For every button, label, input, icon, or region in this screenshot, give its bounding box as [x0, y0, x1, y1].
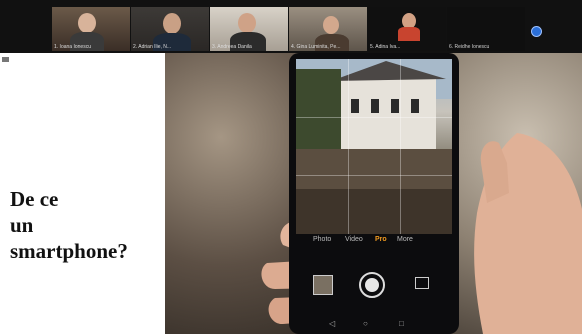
- home-icon[interactable]: ○: [363, 319, 368, 328]
- shutter-button[interactable]: [359, 272, 385, 298]
- participant-tile[interactable]: 5. Adina Iva...: [368, 7, 446, 51]
- slide-thumbnail-icon[interactable]: [2, 57, 9, 62]
- slide-title: De ce un smartphone?: [10, 186, 170, 264]
- participant-name: 3. Andreea Danila: [212, 44, 252, 50]
- participant-tile[interactable]: 6. Reidhe Ionescu: [447, 7, 525, 51]
- participant-name: 4. Gina Luminita, Pe...: [291, 44, 341, 50]
- participant-tile[interactable]: 3. Andreea Danila: [210, 7, 288, 51]
- mode-pro[interactable]: Pro: [375, 236, 387, 243]
- recents-icon[interactable]: □: [399, 319, 404, 328]
- participant-strip: 1. Ioana Ionescu 2. Adrian Ilie, N... 3.…: [0, 0, 582, 53]
- participant-tile[interactable]: 4. Gina Luminita, Pe...: [289, 7, 367, 51]
- phone: Photo Video Pro More ◁ ○ □: [289, 53, 459, 334]
- camera-viewfinder: [296, 59, 452, 234]
- participant-name: 1. Ioana Ionescu: [54, 44, 91, 50]
- android-nav-bar: ◁ ○ □: [329, 319, 419, 329]
- back-icon[interactable]: ◁: [329, 319, 335, 328]
- participant-name: 5. Adina Iva...: [370, 44, 401, 50]
- video-status-icon[interactable]: [531, 26, 542, 37]
- title-line: un: [10, 213, 34, 237]
- title-line: smartphone?: [10, 239, 128, 263]
- participant-tile[interactable]: 1. Ioana Ionescu: [52, 7, 130, 51]
- camera-mode-bar: Photo Video Pro More: [297, 236, 451, 248]
- participant-name: 6. Reidhe Ionescu: [449, 44, 490, 50]
- switch-camera-icon[interactable]: [415, 277, 429, 289]
- participant-name: 2. Adrian Ilie, N...: [133, 44, 172, 50]
- title-line: De ce: [10, 187, 59, 211]
- mode-video[interactable]: Video: [345, 236, 363, 243]
- mode-photo[interactable]: Photo: [313, 236, 331, 243]
- slide-photo: Photo Video Pro More ◁ ○ □: [165, 53, 582, 334]
- mode-more[interactable]: More: [397, 236, 413, 243]
- participant-tile[interactable]: 2. Adrian Ilie, N...: [131, 7, 209, 51]
- gallery-thumbnail[interactable]: [313, 275, 333, 295]
- shared-slide: De ce un smartphone? Photo Video Pro Mor…: [0, 53, 582, 334]
